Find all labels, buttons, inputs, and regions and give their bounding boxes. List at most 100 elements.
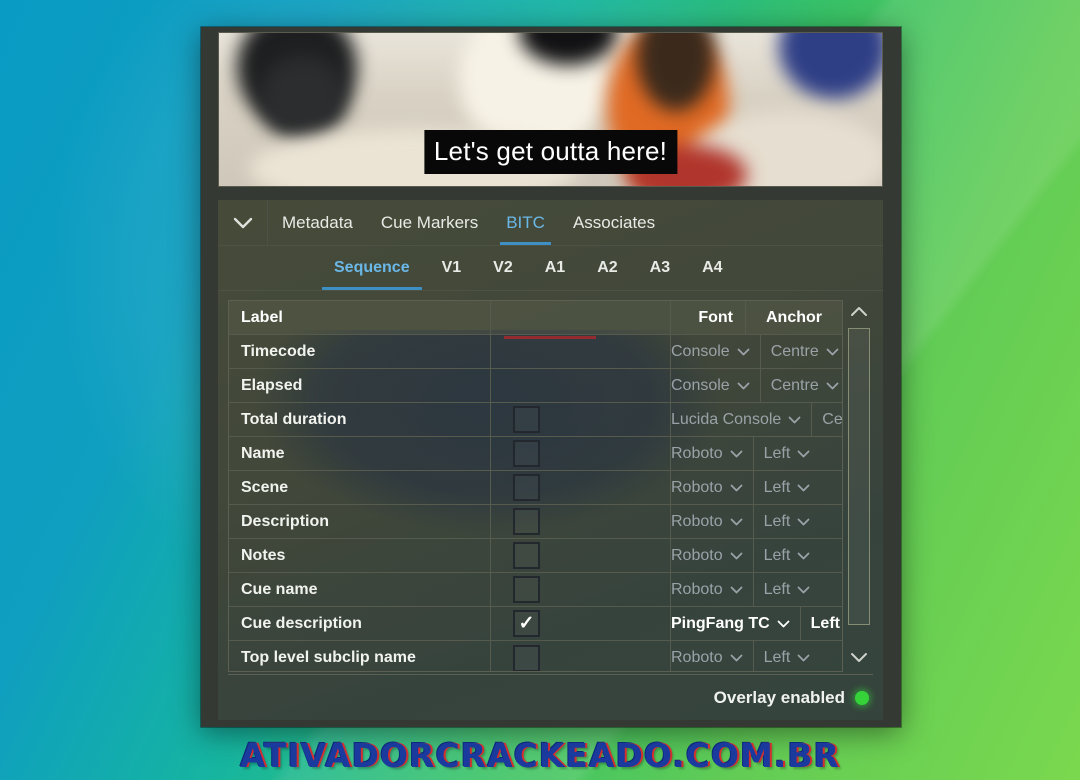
chevron-down-icon: [797, 518, 810, 526]
chevron-down-icon: [797, 654, 810, 662]
font-dropdown-value: Roboto: [671, 546, 723, 564]
table-row[interactable]: Name Roboto Left: [229, 437, 842, 471]
row-enable-cell: [491, 641, 671, 671]
scrollbar-track[interactable]: [848, 328, 870, 644]
scroll-down-button[interactable]: [845, 646, 873, 672]
font-dropdown[interactable]: Roboto: [671, 539, 754, 572]
row-label: Name: [229, 437, 491, 470]
video-blob-dark-left2: [259, 55, 347, 141]
row-enable-cell: [491, 573, 671, 606]
anchor-dropdown-value: Left: [763, 546, 791, 564]
anchor-dropdown-value: Centre: [770, 342, 819, 360]
tab-a4[interactable]: A4: [686, 246, 738, 290]
font-dropdown[interactable]: Console: [671, 369, 761, 402]
chevron-down-icon: [233, 217, 253, 229]
checkbox-unchecked[interactable]: [513, 440, 540, 467]
checkbox-checked[interactable]: ✓: [513, 610, 540, 637]
watermark-text: ativadorcrackeado.com.br: [240, 736, 840, 775]
scroll-up-button[interactable]: [845, 300, 873, 326]
table-row[interactable]: Top level subclip name Roboto Left: [229, 641, 842, 671]
row-label: Cue description: [229, 607, 491, 640]
font-dropdown-value: Roboto: [671, 580, 723, 598]
column-header-label: Label: [229, 301, 491, 334]
row-label: Notes: [229, 539, 491, 572]
chevron-down-icon: [826, 382, 839, 390]
font-dropdown[interactable]: Roboto: [671, 471, 754, 504]
anchor-dropdown[interactable]: Left: [754, 641, 842, 671]
tab-a2[interactable]: A2: [581, 246, 633, 290]
table-row[interactable]: Timecode Console Centre: [229, 335, 842, 369]
scrollbar-thumb[interactable]: [848, 328, 870, 626]
font-dropdown-value: Console: [671, 376, 730, 394]
font-dropdown[interactable]: Console: [671, 335, 761, 368]
tab-associates[interactable]: Associates: [559, 200, 669, 245]
chevron-down-icon: [797, 484, 810, 492]
overlay-status-label: Overlay enabled: [713, 687, 845, 707]
anchor-dropdown-value: Left: [763, 512, 791, 530]
table-scrollbar[interactable]: [845, 300, 873, 672]
collapse-panel-button[interactable]: [218, 200, 268, 245]
anchor-dropdown[interactable]: Left: [801, 607, 842, 640]
tab-v2[interactable]: V2: [477, 246, 529, 290]
table-row[interactable]: Scene Roboto Left: [229, 471, 842, 505]
font-dropdown[interactable]: Roboto: [671, 573, 754, 606]
checkbox-unchecked[interactable]: [513, 474, 540, 501]
table-row[interactable]: Cue description ✓ PingFang TC Left: [229, 607, 842, 641]
row-label: Elapsed: [229, 369, 491, 402]
chevron-down-icon: [730, 552, 743, 560]
row-label: Cue name: [229, 573, 491, 606]
column-header-enable: [491, 301, 671, 334]
tab-cue-markers[interactable]: Cue Markers: [367, 200, 492, 245]
font-dropdown[interactable]: Roboto: [671, 505, 754, 538]
video-caption-text: Let's get outta here!: [423, 130, 678, 174]
font-dropdown[interactable]: Lucida Console: [671, 403, 813, 436]
table-row[interactable]: Description Roboto Left: [229, 505, 842, 539]
font-dropdown[interactable]: PingFang TC: [671, 607, 801, 640]
checkbox-unchecked[interactable]: [513, 644, 540, 671]
font-dropdown-value: Roboto: [671, 512, 723, 530]
table-row[interactable]: Cue name Roboto Left: [229, 573, 842, 607]
table-row[interactable]: Notes Roboto Left: [229, 539, 842, 573]
anchor-dropdown[interactable]: Centre: [761, 335, 842, 368]
panel-status-bar: Overlay enabled: [228, 674, 873, 720]
row-enable-cell: [491, 539, 671, 572]
row-enable-cell: [491, 471, 671, 504]
checkbox-unchecked[interactable]: [513, 576, 540, 603]
font-dropdown[interactable]: Roboto: [671, 437, 754, 470]
video-preview[interactable]: Let's get outta here!: [218, 32, 883, 187]
bitc-panel: Metadata Cue Markers BITC Associates Seq…: [218, 200, 883, 720]
table-row[interactable]: Elapsed Console Centre: [229, 369, 842, 403]
track-tab-bar: Sequence V1 V2 A1 A2 A3 A4: [218, 246, 883, 291]
anchor-dropdown[interactable]: Left: [754, 471, 842, 504]
row-label: Scene: [229, 471, 491, 504]
row-enable-cell: ✓: [491, 607, 671, 640]
row-enable-cell: [491, 437, 671, 470]
row-enable-cell: [491, 335, 671, 368]
checkbox-unchecked[interactable]: [513, 508, 540, 535]
font-dropdown-value: Roboto: [671, 478, 723, 496]
font-dropdown[interactable]: Roboto: [671, 641, 754, 671]
tab-v1[interactable]: V1: [426, 246, 478, 290]
anchor-dropdown[interactable]: Left: [754, 539, 842, 572]
chevron-down-icon: [730, 586, 743, 594]
tab-a1[interactable]: A1: [529, 246, 581, 290]
overlay-status-indicator[interactable]: [855, 690, 869, 705]
tab-metadata[interactable]: Metadata: [268, 200, 367, 245]
anchor-dropdown[interactable]: Left: [754, 437, 842, 470]
anchor-dropdown[interactable]: Left: [754, 573, 842, 606]
anchor-dropdown[interactable]: Centre: [812, 403, 842, 436]
row-enable-cell: [491, 505, 671, 538]
check-icon: ✓: [518, 613, 535, 634]
checkbox-unchecked[interactable]: [513, 406, 540, 433]
anchor-dropdown-value: Centre: [770, 376, 819, 394]
anchor-dropdown[interactable]: Left: [754, 505, 842, 538]
font-dropdown-value: Roboto: [671, 649, 723, 666]
table-row[interactable]: Total duration Lucida Console Centre: [229, 403, 842, 437]
chevron-down-icon: [730, 654, 743, 662]
anchor-dropdown[interactable]: Centre: [761, 369, 842, 402]
chevron-down-icon: [797, 450, 810, 458]
tab-a3[interactable]: A3: [634, 246, 686, 290]
tab-sequence[interactable]: Sequence: [318, 246, 426, 290]
checkbox-unchecked[interactable]: [513, 542, 540, 569]
tab-bitc[interactable]: BITC: [492, 200, 559, 245]
